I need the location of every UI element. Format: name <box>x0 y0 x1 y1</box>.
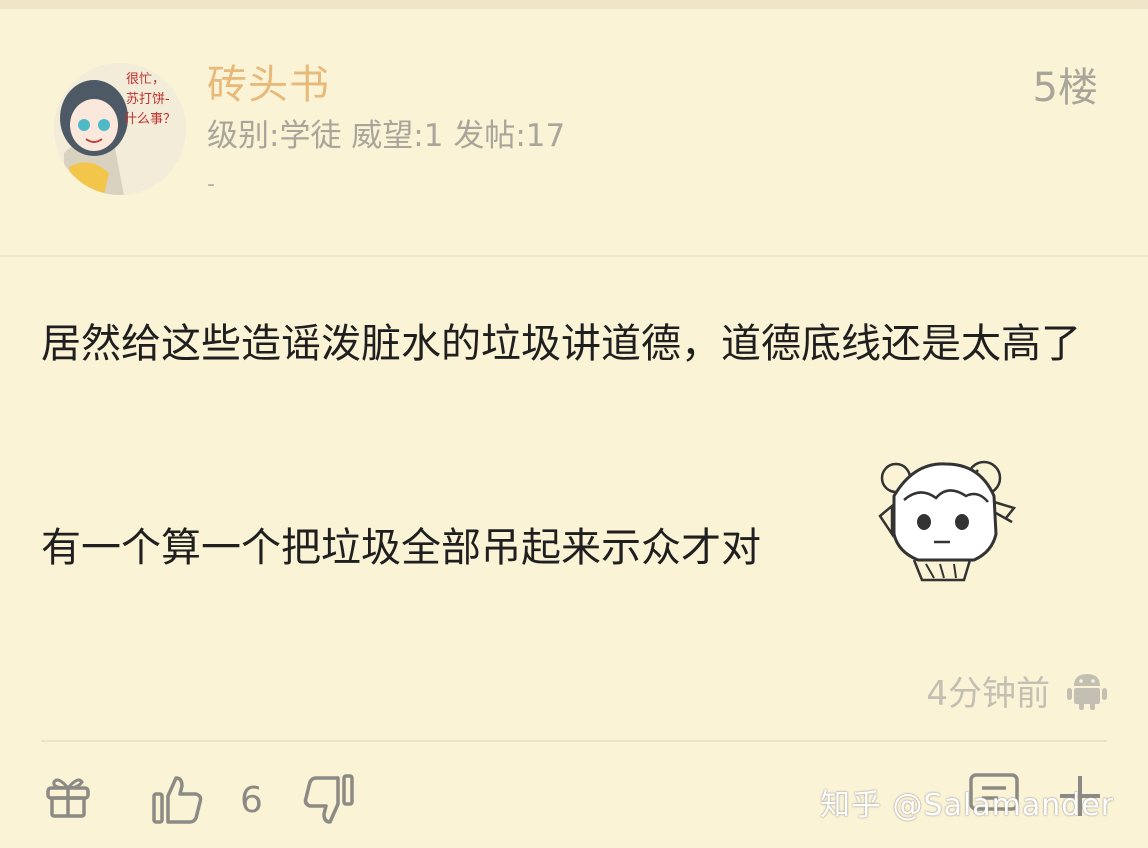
floor-number: 5楼 <box>1032 65 1098 111</box>
avatar[interactable]: 很忙， 苏打饼- 什么事？ <box>54 63 186 195</box>
anime-girl-sticker <box>878 460 1017 582</box>
avatar-text-3: 什么事？ <box>124 112 176 127</box>
content-line-1: 居然给这些造谣泼脏水的垃圾讲道德，道德底线还是太高了 <box>41 321 1081 367</box>
avatar-text-2: 苏打饼- <box>126 91 170 107</box>
post-time: 4分钟前 <box>926 674 1050 714</box>
thumbs-down-icon[interactable] <box>300 772 356 828</box>
like-count: 6 <box>240 780 263 821</box>
top-edge <box>0 0 1148 9</box>
username[interactable]: 砖头书 <box>207 52 330 110</box>
divider-bottom <box>41 740 1107 742</box>
avatar-text-1: 很忙， <box>126 72 165 87</box>
user-signature: - <box>207 172 215 197</box>
divider <box>0 255 1148 257</box>
gift-icon[interactable] <box>44 772 92 820</box>
watermark: 知乎 @Salamander <box>820 788 1115 823</box>
thumbs-up-icon[interactable] <box>150 772 206 828</box>
android-icon <box>1067 674 1107 710</box>
user-info: 级别:学徒 威望:1 发帖:17 <box>207 118 566 154</box>
avatar-anime-girl: 很忙， 苏打饼- 什么事？ <box>54 63 186 195</box>
content-line-2: 有一个算一个把垃圾全部吊起来示众才对 <box>41 525 761 571</box>
post-content: 居然给这些造谣泼脏水的垃圾讲道德，道德底线还是太高了 <box>41 308 1121 380</box>
